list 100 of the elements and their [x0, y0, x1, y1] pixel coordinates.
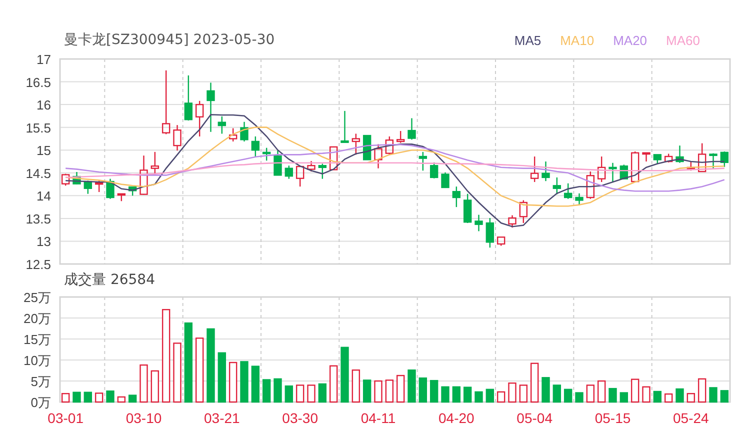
candlestick [597, 156, 606, 182]
date-label: 05-24 [673, 410, 709, 426]
volume-bar [530, 362, 539, 403]
chart-title: 曼卡龙[SZ300945] 2023-05-30 [64, 31, 275, 49]
candlestick [329, 146, 338, 170]
candlestick [307, 161, 316, 172]
candlestick [564, 183, 572, 199]
candlestick [530, 156, 539, 182]
volume-bar [597, 380, 606, 403]
candlestick [463, 194, 472, 223]
date-label: 04-20 [438, 410, 474, 426]
date-label: 05-15 [594, 410, 631, 426]
axis-label: 14.5 [26, 166, 51, 181]
volume-bar [620, 392, 628, 403]
volume-bar [173, 342, 182, 403]
volume-bar [676, 388, 684, 403]
volume-bar [128, 394, 137, 403]
volume-bar [441, 386, 450, 403]
candlestick [508, 215, 516, 228]
volume-bar [240, 361, 248, 403]
axis-label: 13.5 [26, 211, 51, 226]
axis-label: 12.5 [26, 257, 51, 271]
date-label: 03-30 [282, 410, 318, 426]
date-label: 04-11 [360, 410, 396, 426]
candlestick [318, 164, 327, 179]
candlestick [542, 162, 550, 182]
candlestick [418, 152, 428, 171]
axis-label: 25万 [24, 290, 51, 305]
candlestick [84, 180, 92, 194]
axis-label: 15.5 [26, 120, 51, 136]
volume-bar [84, 392, 92, 403]
volume-bar [117, 396, 126, 403]
candlestick [586, 172, 595, 199]
candlestick [195, 100, 204, 136]
candlestick [240, 122, 248, 142]
volume-bar [642, 386, 650, 403]
candlestick [251, 136, 260, 157]
candlestick [653, 154, 662, 164]
volume-bar [61, 393, 70, 403]
candlestick [173, 125, 182, 151]
volume-bar [698, 378, 706, 403]
volume-bar [284, 385, 294, 403]
candlestick [552, 177, 562, 194]
candlestick [496, 236, 506, 246]
volume-bar [720, 390, 729, 403]
candlestick [664, 154, 673, 162]
candlestick [94, 180, 104, 192]
volume-bar [307, 384, 316, 403]
volume-bar [396, 374, 405, 403]
volume-bar [274, 378, 282, 403]
candlestick [184, 75, 193, 120]
volume-bar [463, 386, 472, 403]
candlestick [140, 156, 148, 195]
candlestick [274, 150, 282, 176]
volume-bar [385, 380, 394, 403]
legend-label: MA5 [514, 32, 542, 48]
axis-label: 10万 [24, 353, 51, 368]
volume-bar [251, 366, 260, 403]
candlestick [452, 186, 461, 208]
candlestick [385, 136, 394, 155]
volume-bar [140, 364, 148, 403]
axis-label: 15万 [24, 332, 51, 347]
volume-bar [542, 377, 550, 403]
candlestick [575, 193, 584, 205]
axis-label: 16.5 [26, 74, 51, 90]
candlestick [262, 148, 271, 161]
volume-bar [262, 379, 271, 403]
volume-bar [352, 369, 360, 403]
candlestick [284, 166, 294, 179]
volume-bar [630, 378, 640, 403]
candlestick [720, 151, 729, 167]
candlestick [61, 174, 70, 186]
volume-bar [496, 391, 506, 403]
candlestick [698, 143, 706, 172]
candlestick [709, 153, 718, 170]
date-label: 05-04 [516, 410, 552, 426]
candlestick [340, 110, 349, 143]
volume-bar [318, 383, 327, 403]
volume-bar [329, 365, 338, 403]
candlestick [430, 162, 438, 178]
axis-label: 20万 [24, 311, 51, 326]
date-label: 03-21 [204, 410, 240, 426]
candlestick [218, 116, 226, 134]
axis-label: 15 [36, 143, 51, 158]
volume-bar [296, 384, 304, 403]
volume-bar [552, 384, 562, 403]
volume-bar [564, 388, 572, 403]
candlestick [642, 152, 650, 162]
volume-bar [653, 390, 662, 403]
volume-bar [195, 338, 204, 403]
candlestick [296, 166, 304, 187]
legend-label: MA20 [613, 32, 648, 48]
axis-label: 16 [36, 98, 51, 113]
candlestick [686, 162, 696, 171]
candlestick [162, 70, 170, 134]
volume-bar [486, 388, 494, 403]
volume-bar [686, 393, 696, 403]
volume-bar [508, 382, 516, 403]
candlestick [117, 193, 126, 202]
candlestick [106, 178, 114, 199]
